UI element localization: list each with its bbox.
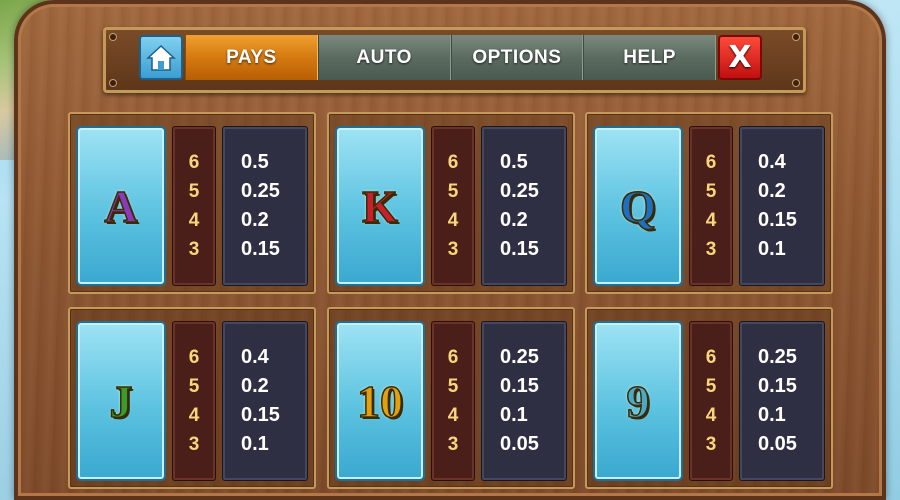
match-count-column: 6 5 4 3 — [431, 321, 475, 481]
payout-value: 0.1 — [500, 404, 528, 426]
tab-help[interactable]: HELP — [583, 35, 716, 80]
payout-value: 0.2 — [241, 375, 269, 397]
payout-value: 0.25 — [500, 346, 539, 368]
payout-value: 0.4 — [758, 151, 786, 173]
match-count: 4 — [188, 210, 200, 231]
payout-value: 0.5 — [500, 151, 528, 173]
symbol-card: J — [76, 321, 166, 481]
pay-cell-q: Q 6 5 4 3 0.4 0.2 0.15 0.1 — [585, 112, 833, 294]
pay-cell-j: J 6 5 4 3 0.4 0.2 0.15 0.1 — [68, 307, 316, 489]
payout-value: 0.1 — [758, 238, 786, 260]
symbol-glyph: J — [109, 375, 134, 428]
symbol-card: Q — [593, 126, 683, 286]
match-count: 5 — [705, 181, 717, 202]
match-count: 4 — [705, 405, 717, 426]
payout-column: 0.4 0.2 0.15 0.1 — [222, 321, 308, 481]
payout-column: 0.25 0.15 0.1 0.05 — [481, 321, 567, 481]
payout-value: 0.25 — [241, 180, 280, 202]
home-icon — [146, 44, 176, 71]
match-count: 3 — [705, 239, 717, 260]
pay-cell-a: A 6 5 4 3 0.5 0.25 0.2 0.15 — [68, 112, 316, 294]
payout-value: 0.5 — [241, 151, 269, 173]
payout-value: 0.25 — [758, 346, 797, 368]
match-count: 4 — [447, 405, 459, 426]
payout-value: 0.15 — [241, 404, 280, 426]
payout-column: 0.4 0.2 0.15 0.1 — [739, 126, 825, 286]
payout-value: 0.15 — [758, 209, 797, 231]
tab-auto[interactable]: AUTO — [317, 35, 451, 80]
symbol-glyph: A — [104, 180, 139, 233]
match-count: 5 — [188, 181, 200, 202]
symbol-glyph: 10 — [356, 375, 404, 428]
match-count-column: 6 5 4 3 — [172, 321, 216, 481]
payout-value: 0.15 — [500, 238, 539, 260]
match-count-column: 6 5 4 3 — [172, 126, 216, 286]
match-count: 5 — [188, 376, 200, 397]
tab-options[interactable]: OPTIONS — [450, 35, 584, 80]
payout-value: 0.2 — [241, 209, 269, 231]
symbol-glyph: Q — [619, 180, 656, 233]
match-count: 6 — [188, 347, 200, 368]
rivet-icon — [110, 80, 116, 86]
symbol-glyph: K — [361, 180, 398, 233]
payout-value: 0.25 — [500, 180, 539, 202]
rivet-icon — [793, 34, 799, 40]
payout-column: 0.25 0.15 0.1 0.05 — [739, 321, 825, 481]
close-button[interactable]: X — [718, 35, 762, 80]
menu-tabs: PAYS AUTO OPTIONS HELP — [185, 35, 716, 80]
payout-value: 0.15 — [241, 238, 280, 260]
payout-value: 0.4 — [241, 346, 269, 368]
match-count: 6 — [188, 152, 200, 173]
match-count: 6 — [705, 347, 717, 368]
match-count: 3 — [188, 239, 200, 260]
payout-column: 0.5 0.25 0.2 0.15 — [222, 126, 308, 286]
match-count-column: 6 5 4 3 — [689, 126, 733, 286]
menu-bar: PAYS AUTO OPTIONS HELP X — [139, 35, 762, 80]
symbol-card: A — [76, 126, 166, 286]
match-count: 5 — [447, 181, 459, 202]
payout-value: 0.15 — [500, 375, 539, 397]
payout-value: 0.05 — [500, 433, 539, 455]
symbol-card: 9 — [593, 321, 683, 481]
match-count: 6 — [447, 152, 459, 173]
payout-value: 0.1 — [241, 433, 269, 455]
pay-cell-k: K 6 5 4 3 0.5 0.25 0.2 0.15 — [327, 112, 575, 294]
match-count: 5 — [447, 376, 459, 397]
payout-value: 0.2 — [500, 209, 528, 231]
payout-value: 0.2 — [758, 180, 786, 202]
match-count: 5 — [705, 376, 717, 397]
match-count: 4 — [705, 210, 717, 231]
rivet-icon — [793, 80, 799, 86]
match-count: 3 — [447, 239, 459, 260]
pay-cell-10: 10 6 5 4 3 0.25 0.15 0.1 0.05 — [327, 307, 575, 489]
payout-value: 0.15 — [758, 375, 797, 397]
pay-cell-9: 9 6 5 4 3 0.25 0.15 0.1 0.05 — [585, 307, 833, 489]
tab-pays[interactable]: PAYS — [185, 35, 318, 80]
symbol-glyph: 9 — [626, 375, 651, 428]
payout-column: 0.5 0.25 0.2 0.15 — [481, 126, 567, 286]
symbol-card: K — [335, 126, 425, 286]
close-icon: X — [728, 40, 752, 75]
match-count: 6 — [447, 347, 459, 368]
symbol-card: 10 — [335, 321, 425, 481]
match-count: 3 — [447, 434, 459, 455]
match-count: 3 — [188, 434, 200, 455]
match-count-column: 6 5 4 3 — [431, 126, 475, 286]
match-count: 6 — [705, 152, 717, 173]
payout-value: 0.1 — [758, 404, 786, 426]
match-count: 4 — [188, 405, 200, 426]
payout-value: 0.05 — [758, 433, 797, 455]
rivet-icon — [110, 34, 116, 40]
match-count: 4 — [447, 210, 459, 231]
home-button[interactable] — [139, 35, 183, 80]
match-count-column: 6 5 4 3 — [689, 321, 733, 481]
match-count: 3 — [705, 434, 717, 455]
